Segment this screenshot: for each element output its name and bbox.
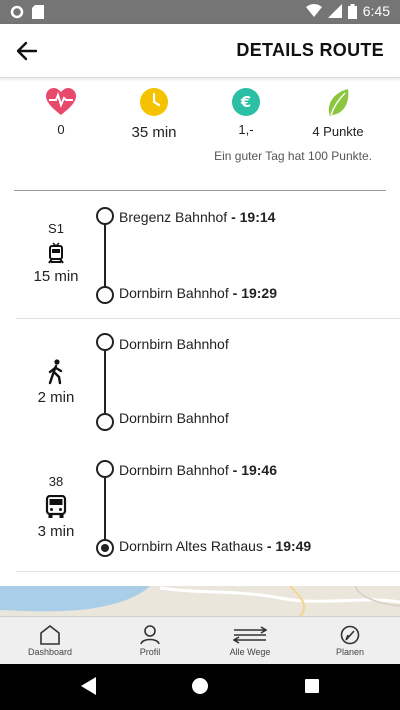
euro-icon: € bbox=[232, 88, 260, 116]
leg-mode: 2 min bbox=[16, 359, 96, 406]
map-terrain bbox=[0, 586, 400, 616]
leg-line: 38 bbox=[48, 474, 64, 489]
nav-alle-wege[interactable]: Alle Wege bbox=[200, 617, 300, 664]
nav-label: Alle Wege bbox=[229, 647, 271, 657]
profile-icon bbox=[140, 625, 160, 645]
leg-divider bbox=[16, 318, 400, 319]
bottom-navigation: Dashboard Profil Alle Wege Planen bbox=[0, 616, 400, 664]
stop-arrival: Dornbirn Bahnhof - 19:29 bbox=[119, 285, 277, 301]
leg-track bbox=[104, 345, 106, 421]
leg-track bbox=[104, 220, 106, 293]
train-icon bbox=[48, 242, 64, 264]
system-back-icon[interactable] bbox=[80, 676, 98, 696]
stat-cost-value: 1,- bbox=[238, 122, 254, 137]
plan-icon bbox=[340, 625, 360, 645]
stop-marker-destination bbox=[96, 539, 114, 557]
stop-marker bbox=[96, 460, 114, 478]
stat-health: 0 bbox=[16, 88, 106, 137]
battery-icon bbox=[347, 3, 357, 19]
page-title: DETAILS ROUTE bbox=[236, 40, 384, 60]
leg-duration: 2 min bbox=[37, 389, 75, 406]
heart-pulse-icon bbox=[46, 88, 76, 115]
stat-points: 4 Punkte bbox=[293, 88, 383, 139]
leaf-icon bbox=[328, 89, 349, 116]
system-navigation-bar bbox=[0, 664, 400, 710]
system-recents-icon[interactable] bbox=[304, 676, 320, 696]
stat-cost: € 1,- bbox=[201, 88, 291, 137]
route-leg-walk[interactable]: 2 min Dornbirn Bahnhof Dornbirn Bahnhof bbox=[16, 333, 400, 433]
leg-line: S1 bbox=[48, 221, 64, 236]
stop-departure: Dornbirn Bahnhof bbox=[119, 336, 229, 352]
stop-marker bbox=[96, 286, 114, 304]
signal-icon bbox=[327, 4, 342, 18]
status-time: 6:45 bbox=[362, 3, 390, 19]
leg-track bbox=[104, 470, 106, 547]
nav-label: Dashboard bbox=[27, 647, 73, 657]
stop-marker bbox=[96, 207, 114, 225]
clock-icon bbox=[140, 88, 168, 116]
wifi-icon bbox=[305, 4, 322, 17]
nav-profil[interactable]: Profil bbox=[100, 617, 200, 664]
back-arrow-icon[interactable] bbox=[14, 38, 40, 64]
leg-duration: 3 min bbox=[37, 523, 75, 540]
nav-planen[interactable]: Planen bbox=[300, 617, 400, 664]
stop-departure: Dornbirn Bahnhof - 19:46 bbox=[119, 462, 277, 478]
leg-divider bbox=[16, 571, 400, 572]
stop-marker bbox=[96, 413, 114, 431]
divider bbox=[14, 190, 386, 191]
stop-arrival: Dornbirn Altes Rathaus - 19:49 bbox=[119, 538, 312, 554]
nav-label: Profil bbox=[139, 647, 161, 657]
route-map[interactable] bbox=[0, 586, 400, 616]
bus-icon bbox=[45, 495, 67, 518]
home-icon bbox=[40, 625, 60, 645]
routes-icon bbox=[233, 626, 267, 644]
nav-dashboard[interactable]: Dashboard bbox=[0, 617, 100, 664]
svg-text:€: € bbox=[240, 93, 251, 111]
app-bar: DETAILS ROUTE bbox=[0, 24, 400, 78]
route-leg-train[interactable]: S1 15 min Bregenz Bahnhof - 19:14 Dornbi… bbox=[16, 205, 400, 317]
notification-circle-icon bbox=[10, 5, 24, 19]
points-note: Ein guter Tag hat 100 Punkte. bbox=[214, 149, 372, 163]
stat-health-value: 0 bbox=[57, 122, 65, 137]
stat-duration-value: 35 min bbox=[131, 124, 177, 141]
stop-departure: Bregenz Bahnhof - 19:14 bbox=[119, 209, 276, 225]
leg-mode: 38 3 min bbox=[16, 474, 96, 540]
sd-card-icon bbox=[32, 5, 44, 19]
system-home-icon[interactable] bbox=[191, 676, 209, 696]
status-bar: 6:45 bbox=[0, 0, 400, 24]
stop-arrival: Dornbirn Bahnhof bbox=[119, 410, 229, 426]
walking-icon bbox=[48, 359, 63, 385]
leg-duration: 15 min bbox=[33, 268, 79, 285]
stat-points-value: 4 Punkte bbox=[312, 124, 364, 139]
stat-duration: 35 min bbox=[109, 88, 199, 141]
route-leg-bus[interactable]: 38 3 min Dornbirn Bahnhof - 19:46 Dornbi… bbox=[16, 458, 400, 570]
leg-mode: S1 15 min bbox=[16, 221, 96, 285]
nav-label: Planen bbox=[335, 647, 365, 657]
stop-marker bbox=[96, 333, 114, 351]
